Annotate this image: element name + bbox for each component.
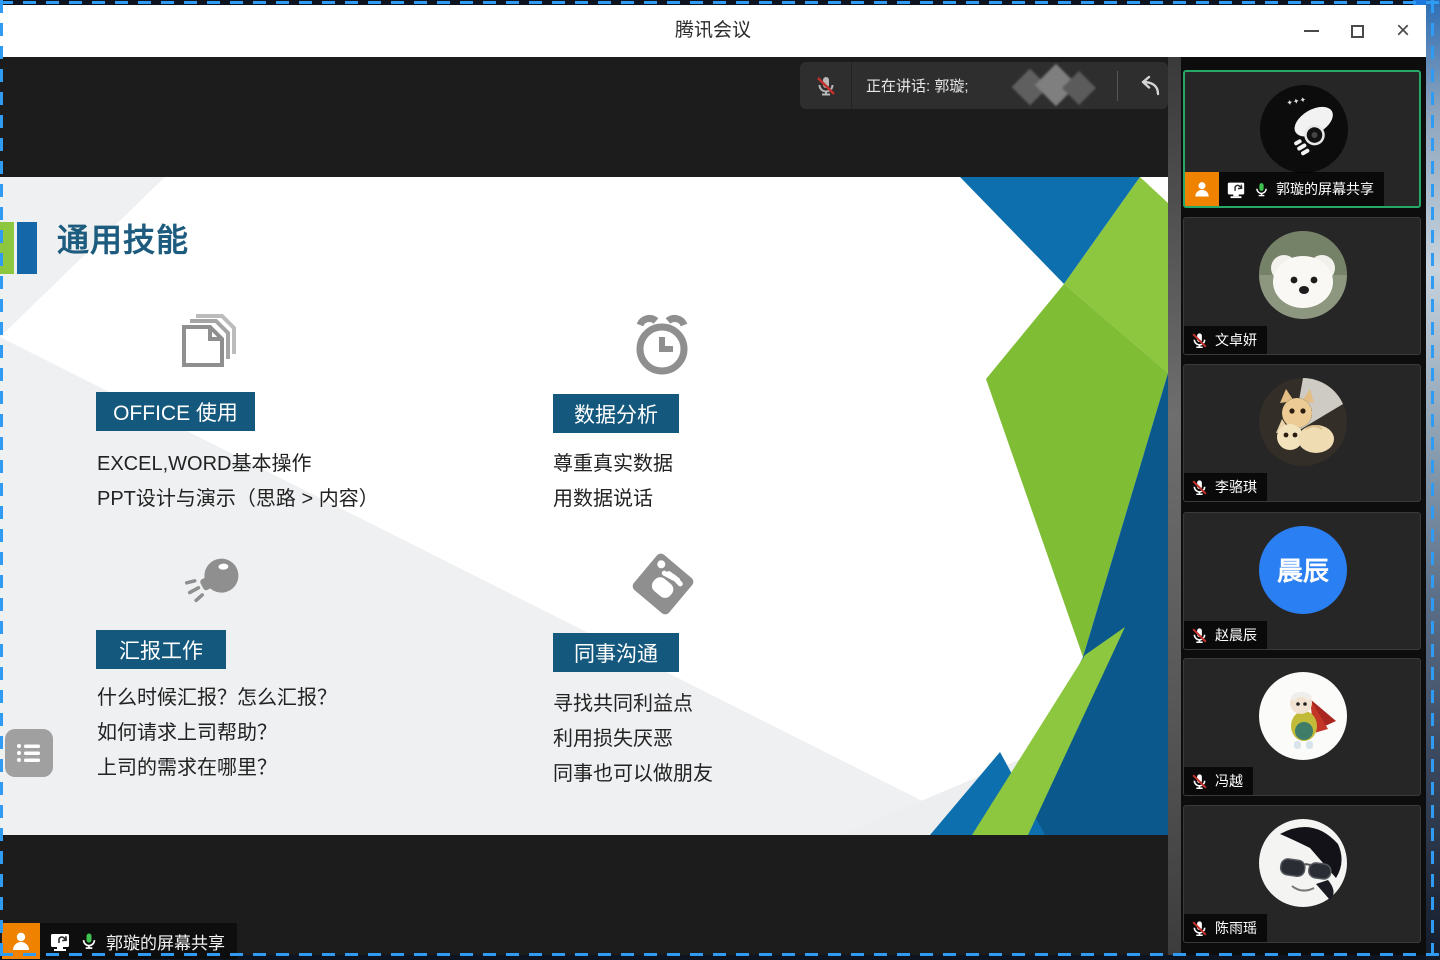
muted-mic-icon	[1190, 331, 1209, 350]
screen-share-icon	[1225, 179, 1247, 199]
mic-on-icon	[79, 930, 99, 952]
tile-name-row: 李骆琪	[1184, 473, 1267, 501]
tile-name-row: 冯越	[1184, 767, 1253, 795]
participant-name: 郭璇的屏幕共享	[1276, 179, 1374, 199]
share-label: 郭璇的屏幕共享	[40, 923, 237, 959]
reply-arrow-icon	[1135, 75, 1161, 97]
muted-mic-icon	[1190, 772, 1209, 791]
mic-on-icon	[1253, 180, 1270, 199]
participant-tile-chenyuyao[interactable]: 陈雨瑶	[1183, 805, 1421, 943]
slide-text: PPT设计与演示（思路 > 内容）	[97, 482, 379, 511]
tile-name-row: 陈雨瑶	[1184, 914, 1267, 942]
stage-gutter	[1168, 57, 1181, 955]
slide-text: 同事也可以做朋友	[553, 757, 713, 786]
participant-tile-zhaochenchen[interactable]: 晨辰 赵晨辰	[1183, 512, 1421, 650]
window-titlebar: 腾讯会议 ×	[0, 5, 1426, 57]
app-logo-blur	[1011, 66, 1107, 106]
window-title: 腾讯会议	[0, 5, 1426, 57]
desktop-edge-right	[1426, 0, 1440, 960]
tile-name-row: 文卓妍	[1184, 326, 1267, 354]
screen-share-icon	[48, 930, 72, 952]
slide-text: 上司的需求在哪里？	[97, 751, 277, 780]
avatar	[1258, 230, 1348, 320]
muted-mic-icon	[1190, 626, 1209, 645]
participant-tile-fengyue[interactable]: 冯越	[1183, 658, 1421, 796]
participant-name: 李骆琪	[1215, 477, 1257, 497]
documents-icon	[178, 313, 242, 381]
alarm-clock-icon	[626, 309, 698, 379]
list-icon	[16, 742, 42, 764]
slide-text: 用数据说话	[553, 482, 653, 511]
minimize-icon	[1304, 30, 1319, 32]
tile-name-row: 郭璇的屏幕共享	[1185, 172, 1384, 206]
section-heading-comm: 同事沟通	[553, 633, 679, 672]
title-accent-blue	[17, 222, 37, 274]
maximize-icon	[1351, 25, 1364, 38]
slide-text: 尊重真实数据	[553, 447, 673, 476]
participant-sidebar: ✦✦✦ 郭璇的屏幕共享	[1181, 57, 1426, 955]
lightbulb-icon	[176, 552, 254, 616]
participant-name: 陈雨瑶	[1215, 918, 1257, 938]
slide-text: 什么时候汇报？怎么汇报？	[97, 681, 337, 710]
title-accent-green	[0, 222, 14, 274]
avatar	[1258, 377, 1348, 467]
participant-name: 冯越	[1215, 771, 1243, 791]
speaking-label: 正在讲话: 郭璇;	[866, 75, 969, 96]
share-label-text: 郭璇的屏幕共享	[106, 929, 225, 954]
participant-tile-wenzhuoyan[interactable]: 文卓妍	[1183, 217, 1421, 355]
shared-slide: 通用技能 OFFICE 使用 EXCEL,WORD基本操作 PPT设计与演示（思…	[0, 177, 1168, 835]
presenter-icon	[2, 923, 40, 959]
maximize-button[interactable]	[1334, 5, 1380, 57]
avatar: ✦✦✦	[1259, 84, 1349, 174]
slide-text: 如何请求上司帮助？	[97, 716, 277, 745]
section-heading-office: OFFICE 使用	[96, 392, 255, 431]
presenter-icon	[1185, 172, 1219, 206]
participant-tile-liluoqi[interactable]: 李骆琪	[1183, 364, 1421, 502]
active-speaker-bar: 正在讲话: 郭璇;	[800, 62, 1168, 109]
participant-name: 文卓妍	[1215, 330, 1257, 350]
avatar: 晨辰	[1258, 525, 1348, 615]
minimize-button[interactable]	[1288, 5, 1334, 57]
slide-text: EXCEL,WORD基本操作	[97, 447, 311, 476]
screen: 腾讯会议 × 正在讲话: 郭璇;	[0, 0, 1440, 960]
participant-name: 赵晨辰	[1215, 625, 1257, 645]
reply-button[interactable]	[1128, 62, 1168, 109]
avatar	[1258, 671, 1348, 761]
muted-mic-icon	[814, 74, 838, 98]
avatar	[1258, 818, 1348, 908]
screen-share-indicator[interactable]: 郭璇的屏幕共享	[2, 923, 237, 959]
tag-hand-icon	[624, 545, 702, 623]
slide-text: 利用损失厌恶	[553, 722, 673, 751]
muted-mic-icon	[1190, 919, 1209, 938]
mute-toggle[interactable]	[800, 62, 852, 109]
tile-name-row: 赵晨辰	[1184, 621, 1267, 649]
slide-title: 通用技能	[57, 215, 189, 261]
close-button[interactable]: ×	[1380, 5, 1426, 57]
muted-mic-icon	[1190, 478, 1209, 497]
avatar-initials: 晨辰	[1277, 556, 1329, 586]
section-heading-data: 数据分析	[553, 394, 679, 433]
close-icon: ×	[1396, 19, 1410, 43]
section-heading-report: 汇报工作	[96, 630, 226, 669]
participant-list-toggle[interactable]	[5, 729, 53, 777]
participant-tile-guoxuan[interactable]: ✦✦✦ 郭璇的屏幕共享	[1183, 70, 1421, 208]
slide-text: 寻找共同利益点	[553, 687, 693, 716]
divider	[1117, 71, 1118, 101]
